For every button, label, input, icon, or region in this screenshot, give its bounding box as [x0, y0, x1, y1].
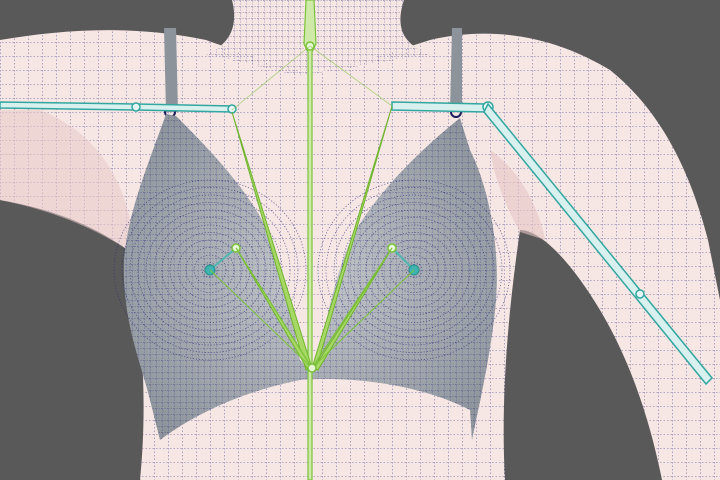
- left-clavicle-joint[interactable]: [131, 102, 141, 112]
- right-clavicle-bone[interactable]: [391, 101, 487, 113]
- elbow-joint[interactable]: [635, 289, 645, 299]
- right-strap[interactable]: [450, 28, 462, 112]
- left-shoulder-joint[interactable]: [227, 104, 237, 114]
- viewport-canvas[interactable]: [0, 0, 720, 480]
- left-strap[interactable]: [164, 28, 178, 112]
- 3d-viewport[interactable]: [0, 0, 720, 480]
- sternum-joint[interactable]: [307, 363, 317, 373]
